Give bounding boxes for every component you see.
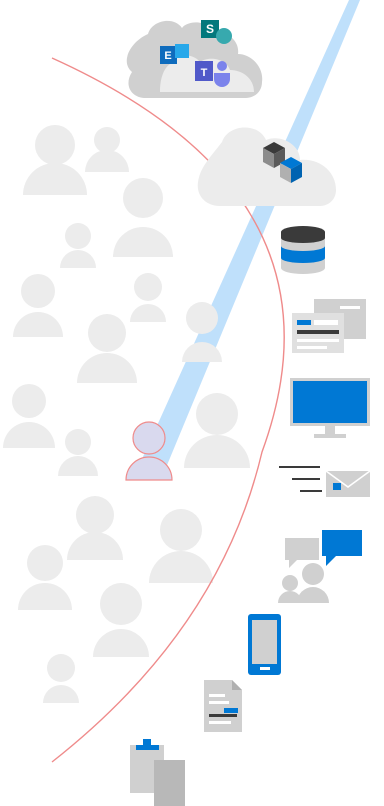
person-icon	[58, 429, 98, 476]
person-icon	[113, 178, 173, 257]
email-icon	[279, 466, 371, 497]
person-icon	[60, 223, 96, 268]
person-icon	[93, 583, 149, 657]
documents-icon	[292, 299, 366, 353]
sharepoint-letter: S	[206, 22, 214, 36]
exchange-letter: E	[164, 50, 171, 62]
chat-users-icon	[278, 530, 362, 603]
person-icon	[149, 509, 213, 583]
person-icon	[85, 127, 129, 172]
cloud-apps-icon: S E T	[126, 20, 263, 99]
person-icon	[18, 545, 72, 610]
person-icon	[3, 384, 55, 448]
people-crowd	[3, 125, 250, 703]
clipboard-icon	[130, 739, 185, 806]
person-icon	[67, 496, 123, 560]
person-icon	[77, 314, 137, 383]
person-icon	[130, 273, 166, 322]
monitor-icon	[290, 378, 370, 438]
teams-letter: T	[201, 67, 208, 79]
person-icon	[23, 125, 87, 195]
mobile-phone-icon	[248, 614, 281, 675]
diagram-canvas: S E T	[3, 0, 371, 806]
cloud-containers-icon	[197, 127, 336, 206]
database-icon	[281, 226, 325, 274]
person-icon	[13, 274, 63, 337]
person-icon	[184, 393, 250, 468]
file-icon	[204, 680, 242, 732]
person-icon	[43, 654, 79, 703]
